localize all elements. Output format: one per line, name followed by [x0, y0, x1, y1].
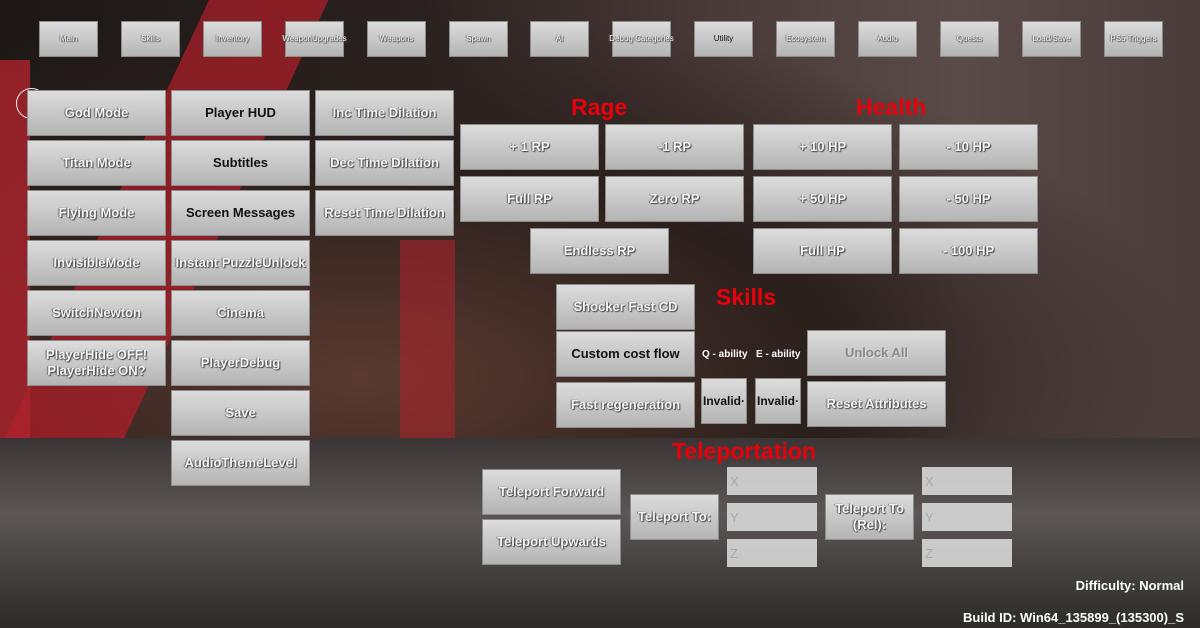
- button-playerhide-off-playerhide-on[interactable]: PlayerHide OFF! PlayerHide ON?: [27, 340, 166, 386]
- health-button-10-hp[interactable]: - 10 HP: [899, 124, 1038, 170]
- button-subtitles[interactable]: Subtitles: [171, 140, 310, 186]
- tab-ai[interactable]: AI: [530, 21, 589, 57]
- teleport-y-input[interactable]: [727, 503, 817, 531]
- teleport-upwards-button[interactable]: Teleport Upwards: [482, 519, 621, 565]
- button-cinema[interactable]: Cinema: [171, 290, 310, 336]
- teleport-x-input[interactable]: [727, 467, 817, 495]
- rage-button-zero-rp[interactable]: Zero RP: [605, 176, 744, 222]
- button-screen-messages[interactable]: Screen Messages: [171, 190, 310, 236]
- button-audiothemelevel[interactable]: AudioThemeLevel: [171, 440, 310, 486]
- health-title: Health: [856, 94, 927, 120]
- difficulty-label: Difficulty: Normal: [1075, 578, 1184, 593]
- tab-main[interactable]: Main: [39, 21, 98, 57]
- button-player-hud[interactable]: Player HUD: [171, 90, 310, 136]
- build-id-label: Build ID: Win64_135899_(135300)_S: [963, 610, 1184, 625]
- button-playerdebug[interactable]: PlayerDebug: [171, 340, 310, 386]
- background-red-pillar: [400, 240, 455, 440]
- rage-button-full-rp[interactable]: Full RP: [460, 176, 599, 222]
- teleport-rel-y-input[interactable]: [922, 503, 1012, 531]
- skills-title: Skills: [716, 284, 777, 310]
- custom-cost-flow-button[interactable]: Custom cost flow: [556, 331, 695, 377]
- button-invisiblemode[interactable]: InvisibleMode: [27, 240, 166, 286]
- tab-skills[interactable]: Skills: [121, 21, 180, 57]
- tab-audio[interactable]: Audio: [858, 21, 917, 57]
- q-ability-label: Q - ability: [702, 349, 748, 360]
- fast-regeneration-button[interactable]: Fast regeneration: [556, 382, 695, 428]
- tab-debug-categories[interactable]: Debug Categories: [609, 21, 674, 57]
- rage-button-1-rp[interactable]: + 1 RP: [460, 124, 599, 170]
- q-ability-select[interactable]: Invalid·: [701, 378, 747, 424]
- rage-button-1-rp[interactable]: -1 RP: [605, 124, 744, 170]
- button-god-mode[interactable]: God Mode: [27, 90, 166, 136]
- tab-load-save[interactable]: Load/Save: [1022, 21, 1081, 57]
- tab-weaponupgrades[interactable]: WeaponUpgrades: [282, 21, 347, 57]
- button-dec-time-dilation[interactable]: Dec Time Dilation: [315, 140, 454, 186]
- tab-ecosystem[interactable]: Ecosystem: [776, 21, 835, 57]
- button-save[interactable]: Save: [171, 390, 310, 436]
- shocker-fast-cd-button[interactable]: Shocker Fast CD: [556, 284, 695, 330]
- tab-quests[interactable]: Quests: [940, 21, 999, 57]
- button-reset-time-dilation[interactable]: Reset Time Dilation: [315, 190, 454, 236]
- button-flying-mode[interactable]: Flying Mode: [27, 190, 166, 236]
- health-button-50-hp[interactable]: + 50 HP: [753, 176, 892, 222]
- tab-ps5-triggers[interactable]: PS5 Triggers: [1104, 21, 1163, 57]
- teleport-rel-z-input[interactable]: [922, 539, 1012, 567]
- teleport-to-rel-button[interactable]: Teleport To (Rel):: [825, 494, 914, 540]
- button-inc-time-dilation[interactable]: Inc Time Dilation: [315, 90, 454, 136]
- e-ability-label: E - ability: [756, 349, 801, 360]
- tab-spawn[interactable]: Spawn: [449, 21, 508, 57]
- health-button-full-hp[interactable]: Full HP: [753, 228, 892, 274]
- button-instant-puzzleunlock[interactable]: Instant PuzzleUnlock: [171, 240, 310, 286]
- teleport-to-button[interactable]: Teleport To:: [630, 494, 719, 540]
- e-ability-select[interactable]: Invalid·: [755, 378, 801, 424]
- button-switchnewton[interactable]: SwitchNewton: [27, 290, 166, 336]
- background-red-wall: [0, 60, 30, 460]
- reset-attributes-button[interactable]: Reset Attributes: [807, 381, 946, 427]
- tab-weapons[interactable]: Weapons: [367, 21, 426, 57]
- teleport-forward-button[interactable]: Teleport Forward: [482, 469, 621, 515]
- teleport-z-input[interactable]: [727, 539, 817, 567]
- tab-utility[interactable]: Utility: [694, 21, 753, 57]
- teleportation-title: Teleportation: [672, 438, 816, 464]
- button-titan-mode[interactable]: Titan Mode: [27, 140, 166, 186]
- unlock-all-button[interactable]: Unlock All: [807, 330, 946, 376]
- health-button-50-hp[interactable]: - 50 HP: [899, 176, 1038, 222]
- rage-button-endless-rp[interactable]: Endless RP: [530, 228, 669, 274]
- health-button-10-hp[interactable]: + 10 HP: [753, 124, 892, 170]
- health-button-100-hp[interactable]: - 100 HP: [899, 228, 1038, 274]
- tab-inventory[interactable]: Inventory: [203, 21, 262, 57]
- teleport-rel-x-input[interactable]: [922, 467, 1012, 495]
- rage-title: Rage: [571, 94, 628, 120]
